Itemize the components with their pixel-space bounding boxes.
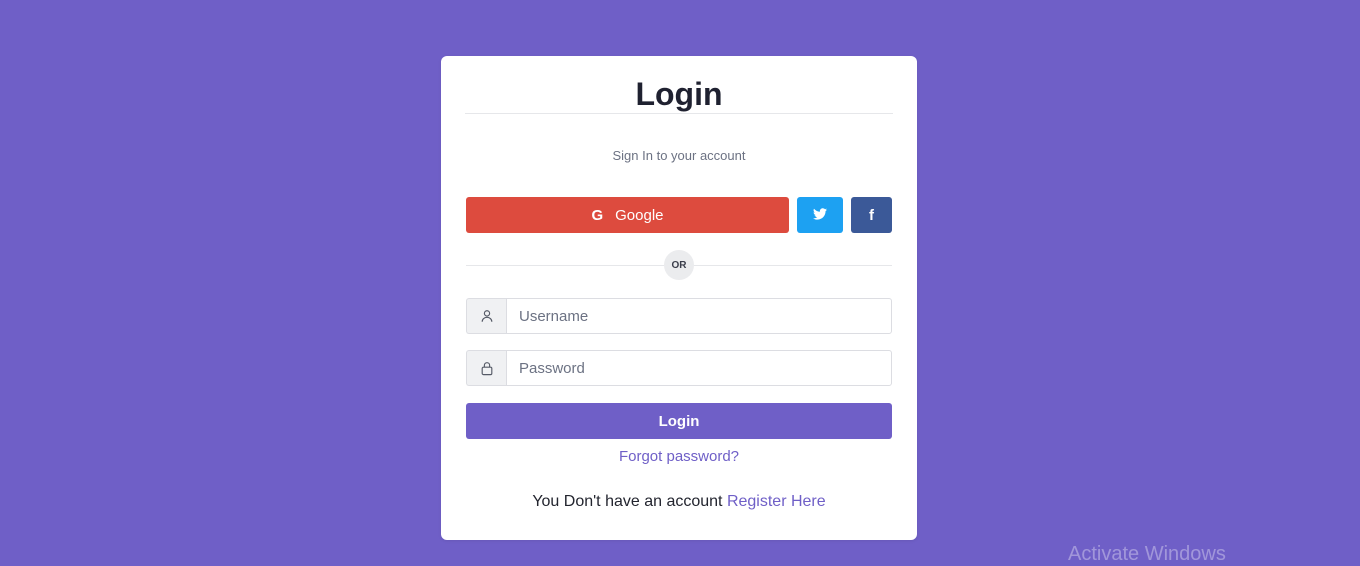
google-icon: G bbox=[591, 206, 604, 224]
twitter-login-button[interactable] bbox=[797, 197, 843, 233]
title-divider bbox=[465, 113, 893, 114]
register-link[interactable]: Register Here bbox=[727, 493, 826, 510]
lock-icon bbox=[466, 350, 506, 386]
login-button[interactable]: Login bbox=[466, 403, 892, 439]
username-input[interactable] bbox=[506, 298, 892, 334]
login-card: Login Sign In to your account G Google f… bbox=[441, 56, 917, 540]
facebook-login-button[interactable]: f bbox=[851, 197, 892, 233]
subtitle: Sign In to your account bbox=[612, 148, 746, 163]
social-login-row: G Google f bbox=[466, 197, 892, 233]
or-badge: OR bbox=[664, 250, 694, 280]
register-prompt: You Don't have an account bbox=[532, 493, 723, 510]
google-login-button[interactable]: G Google bbox=[466, 197, 789, 233]
facebook-icon: f bbox=[869, 206, 874, 224]
page-title: Login bbox=[635, 76, 723, 112]
forgot-password-link[interactable]: Forgot password? bbox=[441, 448, 917, 465]
register-line: You Don't have an account Register Here bbox=[441, 493, 917, 511]
twitter-icon bbox=[813, 207, 827, 223]
google-button-label: Google bbox=[615, 206, 664, 224]
or-divider: OR bbox=[466, 250, 892, 280]
password-group bbox=[466, 350, 892, 386]
password-input[interactable] bbox=[506, 350, 892, 386]
user-icon bbox=[466, 298, 506, 334]
username-group bbox=[466, 298, 892, 334]
windows-activation-watermark: Activate Windows bbox=[1068, 543, 1226, 565]
